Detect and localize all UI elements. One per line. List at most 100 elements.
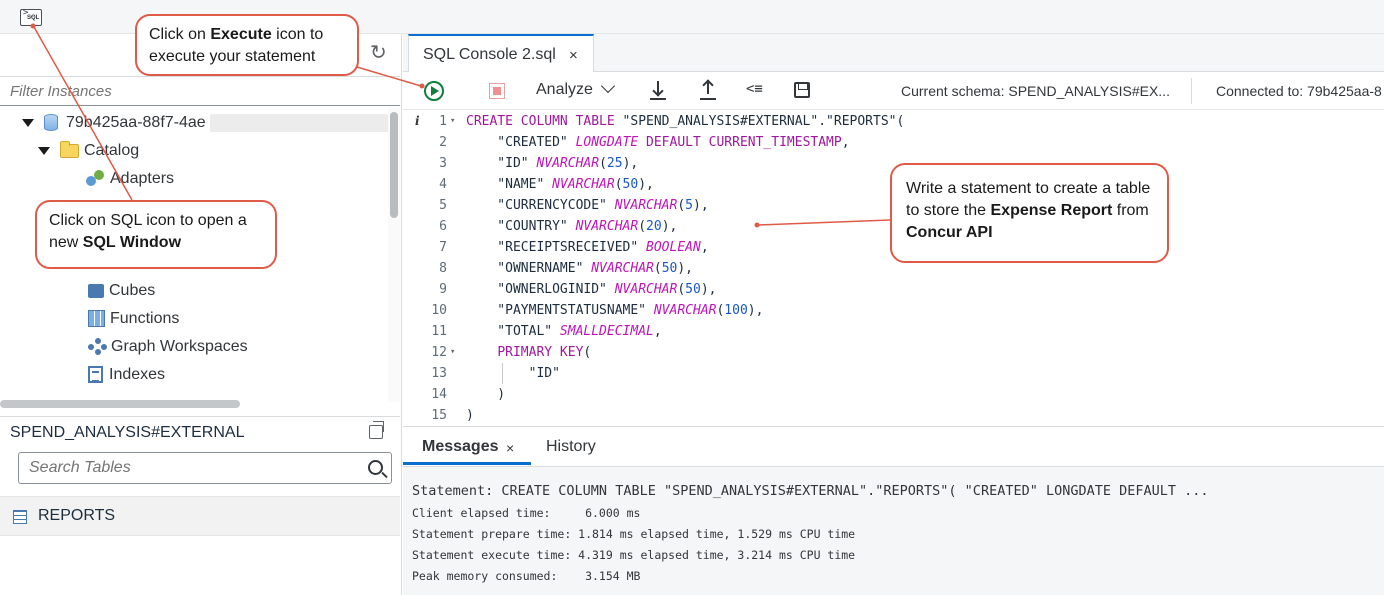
filter-instances-input[interactable]: [0, 76, 400, 106]
execute-time-line: Statement execute time: 4.319 ms elapsed…: [412, 548, 856, 562]
function-icon: [88, 310, 105, 328]
code-token: ),: [622, 156, 639, 171]
code-token: "OWNERLOGINID": [466, 282, 615, 297]
code-token: ,: [700, 240, 709, 255]
tree-item-adapters[interactable]: Adapters: [86, 166, 174, 192]
tab-messages[interactable]: Messages ×: [403, 427, 531, 465]
tree-horizontal-scrollbar[interactable]: [0, 400, 240, 408]
table-item-reports[interactable]: REPORTS: [0, 496, 400, 536]
fold-toggle-icon[interactable]: ▾: [450, 342, 455, 363]
sql-console-icon[interactable]: >_ SQL: [20, 8, 42, 26]
code-line[interactable]: "NAME" NVARCHAR(50),: [466, 174, 654, 195]
line-number: 14: [431, 387, 447, 402]
table-icon: [13, 510, 27, 524]
code-token: (: [583, 345, 592, 360]
tree-item-graph-workspaces[interactable]: Graph Workspaces: [88, 334, 248, 360]
code-line[interactable]: PRIMARY KEY(: [466, 342, 591, 363]
line-number: 6: [439, 219, 447, 234]
code-token: NVARCHAR: [536, 156, 600, 171]
code-token: 5: [685, 198, 693, 213]
close-messages-icon[interactable]: ×: [506, 440, 514, 456]
code-line[interactable]: "ID" NVARCHAR(25),: [466, 153, 638, 174]
code-token: "COUNTRY": [466, 219, 576, 234]
code-line[interactable]: "RECEIPTSRECEIVED" BOOLEAN,: [466, 237, 709, 258]
sql-editor-area: SQL Console 2.sql × Analyze <≡ Current s…: [403, 34, 1384, 595]
chevron-down-icon[interactable]: [600, 78, 616, 94]
code-token: (: [653, 261, 662, 276]
line-number: 5: [439, 198, 447, 213]
code-token: "PAYMENTSTATUSNAME": [466, 303, 654, 318]
line-number: 4: [439, 177, 447, 192]
code-line[interactable]: "OWNERNAME" NVARCHAR(50),: [466, 258, 693, 279]
analyze-dropdown[interactable]: Analyze: [536, 81, 593, 99]
code-editor[interactable]: i 1 2 3 4 5 6 7 8 9 10 11 12 13 14 15 ▾ ▾ CREATE COLUMN …: [403, 111, 1384, 425]
stop-button[interactable]: [489, 83, 505, 99]
editor-tab-bar: SQL Console 2.sql ×: [403, 34, 1384, 72]
search-tables-input[interactable]: [18, 452, 392, 484]
catalog-label: Catalog: [84, 142, 140, 159]
code-line[interactable]: "PAYMENTSTATUSNAME" NVARCHAR(100),: [466, 300, 763, 321]
tab-sql-console[interactable]: SQL Console 2.sql ×: [408, 34, 594, 72]
line-number: 3: [439, 156, 447, 171]
fold-toggle-icon[interactable]: ▾: [450, 111, 455, 132]
expand-triangle-icon[interactable]: [38, 146, 50, 155]
code-token: DEFAULT CURRENT_TIMESTAMP: [646, 135, 842, 150]
code-line[interactable]: "ID": [466, 363, 560, 384]
code-line[interactable]: "TOTAL" SMALLDECIMAL,: [466, 321, 661, 342]
tree-vertical-scrollbar[interactable]: [388, 108, 400, 402]
tree-item-indexes[interactable]: Indexes: [88, 362, 165, 388]
format-code-icon[interactable]: <≡: [746, 81, 763, 97]
line-number: 2: [439, 135, 447, 150]
code-token: LONGDATE: [575, 135, 639, 150]
tree-instance[interactable]: 79b425aa-88f7-4ae: [22, 110, 388, 136]
peak-memory-line: Peak memory consumed: 3.154 MB: [412, 569, 641, 583]
code-line[interactable]: "COUNTRY" NVARCHAR(20),: [466, 216, 677, 237]
code-token: "SPEND_ANALYSIS#EXTERNAL"."REPORTS"(: [614, 114, 905, 129]
callout-statement: Write a statement to create a table to s…: [890, 163, 1169, 263]
tree-item-functions[interactable]: Functions: [88, 306, 179, 332]
code-token: ): [466, 387, 506, 402]
messages-output: Statement: CREATE COLUMN TABLE "SPEND_AN…: [403, 466, 1384, 595]
code-token: NVARCHAR: [552, 177, 615, 192]
open-in-new-window-icon[interactable]: [369, 421, 384, 439]
code-token: "ID": [466, 366, 560, 381]
code-line[interactable]: "OWNERLOGINID" NVARCHAR(50),: [466, 279, 716, 300]
execute-button[interactable]: [424, 81, 444, 101]
code-token: BOOLEAN: [646, 240, 701, 255]
code-token: ),: [700, 282, 717, 297]
code-line[interactable]: CREATE COLUMN TABLE "SPEND_ANALYSIS#EXTE…: [466, 111, 904, 132]
search-icon[interactable]: [368, 460, 383, 475]
code-line[interactable]: "CREATED" LONGDATE DEFAULT CURRENT_TIMES…: [466, 132, 849, 153]
connection-label: Connected to: 79b425aa-8: [1216, 83, 1382, 99]
code-token: "ID": [466, 156, 537, 171]
tree-catalog[interactable]: Catalog: [38, 138, 139, 164]
line-number: 10: [431, 303, 447, 318]
graph-workspace-icon: [88, 338, 107, 356]
current-schema-label[interactable]: Current schema: SPEND_ANALYSIS#EX...: [901, 83, 1170, 99]
code-token: 50: [685, 282, 701, 297]
code-token: "OWNERNAME": [466, 261, 592, 276]
close-tab-icon[interactable]: ×: [569, 47, 578, 64]
code-line[interactable]: "CURRENCYCODE" NVARCHAR(5),: [466, 195, 708, 216]
code-token: "CREATED": [466, 135, 576, 150]
editor-toolbar: Analyze <≡ Current schema: SPEND_ANALYSI…: [403, 72, 1384, 110]
tab-history[interactable]: History: [546, 438, 596, 456]
instance-label: 79b425aa-88f7-4ae: [66, 114, 206, 131]
tree-item-cubes[interactable]: Cubes: [88, 278, 155, 304]
save-icon[interactable]: [794, 82, 810, 98]
code-token: PRIMARY KEY: [497, 345, 584, 360]
code-line[interactable]: ): [466, 405, 474, 426]
database-icon: [44, 114, 58, 132]
code-token: ),: [747, 303, 764, 318]
code-token: (: [677, 282, 686, 297]
code-token: (: [599, 156, 607, 171]
refresh-icon[interactable]: ↻: [370, 43, 387, 63]
scrollbar-thumb[interactable]: [390, 112, 398, 218]
code-line[interactable]: ): [466, 384, 505, 405]
code-token: 100: [724, 303, 748, 318]
expand-triangle-icon[interactable]: [22, 118, 34, 127]
line-number: 12: [431, 345, 447, 360]
folder-icon: [60, 140, 79, 158]
